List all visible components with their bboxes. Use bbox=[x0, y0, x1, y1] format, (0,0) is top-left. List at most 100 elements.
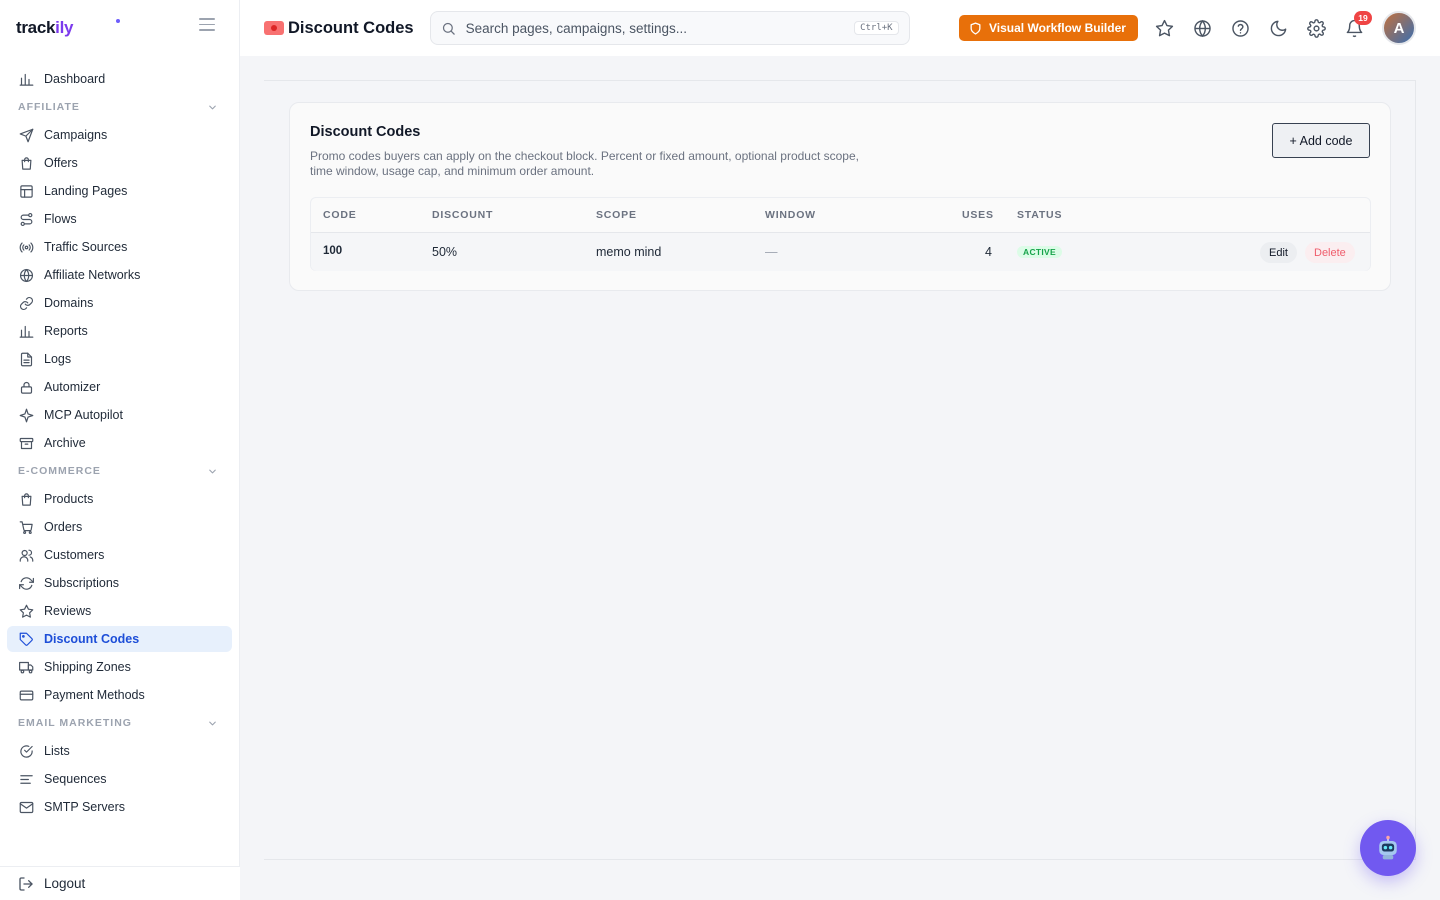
visual-workflow-builder-button[interactable]: Visual Workflow Builder bbox=[959, 15, 1138, 41]
sidebar-item-flows[interactable]: Flows bbox=[7, 206, 232, 232]
sidebar-item-label: Offers bbox=[44, 156, 78, 170]
add-code-button[interactable]: + Add code bbox=[1272, 123, 1370, 158]
cell-code: 100 bbox=[323, 245, 343, 257]
sidebar-item-automizer[interactable]: Automizer bbox=[7, 374, 232, 400]
align-left-icon bbox=[18, 771, 34, 787]
logout-label: Logout bbox=[44, 876, 86, 891]
sidebar-item-reports[interactable]: Reports bbox=[7, 318, 232, 344]
table-row[interactable]: 100 50% memo mind — 4 ACTIVE Edit Delete bbox=[311, 233, 1370, 271]
sidebar-item-label: Orders bbox=[44, 520, 83, 534]
sidebar-item-label: Payment Methods bbox=[44, 688, 145, 702]
sidebar: trackily Dashboard AFFILIATE Campaigns Offe… bbox=[0, 0, 240, 900]
bar-chart-icon bbox=[18, 323, 34, 339]
sidebar-item-mcp-autopilot[interactable]: MCP Autopilot bbox=[7, 402, 232, 428]
send-icon bbox=[18, 127, 34, 143]
assistant-bot-button[interactable] bbox=[1360, 820, 1416, 876]
sidebar-section-title: AFFILIATE bbox=[18, 101, 80, 113]
robot-icon bbox=[1379, 835, 1397, 860]
sidebar-item-products[interactable]: Products bbox=[7, 486, 232, 512]
ticket-icon bbox=[264, 21, 284, 35]
star-icon[interactable] bbox=[1153, 17, 1175, 39]
sidebar-item-label: Campaigns bbox=[44, 128, 108, 142]
sidebar-item-offers[interactable]: Offers bbox=[7, 150, 232, 176]
shopping-bag-icon bbox=[18, 491, 34, 507]
sidebar-item-label: Landing Pages bbox=[44, 184, 128, 198]
sidebar-item-sequences[interactable]: Sequences bbox=[7, 766, 232, 792]
sidebar-item-archive[interactable]: Archive bbox=[7, 430, 232, 456]
sidebar-item-domains[interactable]: Domains bbox=[7, 290, 232, 316]
cell-window: — bbox=[765, 245, 778, 259]
globe-icon[interactable] bbox=[1191, 17, 1213, 39]
sidebar-item-label: Traffic Sources bbox=[44, 240, 128, 254]
logout-icon bbox=[19, 876, 33, 891]
star-icon bbox=[18, 603, 34, 619]
cell-uses: 4 bbox=[985, 245, 992, 259]
sidebar-item-label: Flows bbox=[44, 212, 77, 226]
table-header: CODE DISCOUNT SCOPE WINDOW USES STATUS bbox=[311, 198, 1370, 233]
mail-icon bbox=[18, 799, 34, 815]
cell-discount: 50% bbox=[432, 245, 458, 259]
cart-icon bbox=[18, 519, 34, 535]
sidebar-item-logs[interactable]: Logs bbox=[7, 346, 232, 372]
sidebar-item-label: Products bbox=[44, 492, 94, 506]
delete-button[interactable]: Delete bbox=[1305, 242, 1355, 263]
sidebar-item-label: Automizer bbox=[44, 380, 101, 394]
sidebar-item-subscriptions[interactable]: Subscriptions bbox=[7, 570, 232, 596]
shopping-bag-icon bbox=[18, 155, 34, 171]
sidebar-item-label: SMTP Servers bbox=[44, 800, 126, 814]
card-description: Promo codes buyers can apply on the chec… bbox=[310, 149, 859, 178]
sidebar-item-orders[interactable]: Orders bbox=[7, 514, 232, 540]
chevron-down-icon bbox=[209, 469, 216, 473]
sidebar-item-dashboard[interactable]: Dashboard bbox=[7, 66, 232, 92]
top-bar: Discount Codes Search pages, campaigns, … bbox=[240, 0, 1440, 56]
sidebar-item-payment-methods[interactable]: Payment Methods bbox=[7, 682, 232, 708]
sidebar-section-email-marketing[interactable]: EMAIL MARKETING bbox=[7, 710, 232, 736]
moon-icon[interactable] bbox=[1267, 17, 1289, 39]
sidebar-item-label: Subscriptions bbox=[44, 576, 120, 590]
sidebar-item-label: Affiliate Networks bbox=[44, 268, 141, 282]
sidebar-item-customers[interactable]: Customers bbox=[7, 542, 232, 568]
sparkle-icon bbox=[18, 407, 34, 423]
lock-icon bbox=[18, 379, 34, 395]
help-icon[interactable] bbox=[1229, 17, 1251, 39]
sidebar-item-traffic-sources[interactable]: Traffic Sources bbox=[7, 234, 232, 260]
brand-logo[interactable]: trackily bbox=[16, 18, 73, 38]
cell-scope: memo mind bbox=[596, 245, 662, 259]
chevron-down-icon bbox=[209, 105, 216, 109]
sidebar-item-lists[interactable]: Lists bbox=[7, 738, 232, 764]
sidebar-item-label: Archive bbox=[44, 436, 86, 450]
page-title: Discount Codes bbox=[264, 19, 414, 38]
edit-button[interactable]: Edit bbox=[1260, 242, 1297, 263]
logout-button[interactable]: Logout bbox=[0, 866, 240, 900]
truck-icon bbox=[18, 659, 34, 675]
sidebar-item-discount-codes[interactable]: Discount Codes bbox=[7, 626, 232, 652]
sidebar-item-smtp-servers[interactable]: SMTP Servers bbox=[7, 794, 232, 820]
sidebar-section-e-commerce[interactable]: E-COMMERCE bbox=[7, 458, 232, 484]
chevron-down-icon bbox=[209, 721, 216, 725]
search-input[interactable]: Search pages, campaigns, settings... Ctr… bbox=[429, 11, 910, 45]
main-content: Discount Codes Promo codes buyers can ap… bbox=[264, 80, 1416, 860]
sidebar-item-shipping-zones[interactable]: Shipping Zones bbox=[7, 654, 232, 680]
bar-chart-icon bbox=[18, 71, 34, 87]
sidebar-section-affiliate[interactable]: AFFILIATE bbox=[7, 94, 232, 120]
visual-workflow-builder-label: Visual Workflow Builder bbox=[989, 21, 1126, 35]
tag-icon bbox=[18, 631, 34, 647]
sidebar-item-campaigns[interactable]: Campaigns bbox=[7, 122, 232, 148]
settings-gear-icon[interactable] bbox=[1305, 17, 1327, 39]
sidebar-item-label: MCP Autopilot bbox=[44, 408, 123, 422]
menu-toggle-icon[interactable] bbox=[199, 18, 215, 32]
credit-card-icon bbox=[18, 687, 34, 703]
sidebar-item-affiliate-networks[interactable]: Affiliate Networks bbox=[7, 262, 232, 288]
avatar[interactable]: A bbox=[1382, 11, 1416, 45]
check-circle-icon bbox=[18, 743, 34, 759]
sidebar-item-label: Lists bbox=[44, 744, 70, 758]
sidebar-item-reviews[interactable]: Reviews bbox=[7, 598, 232, 624]
sidebar-item-landing-pages[interactable]: Landing Pages bbox=[7, 178, 232, 204]
sidebar-item-label: Reviews bbox=[44, 604, 92, 618]
status-badge: ACTIVE bbox=[1017, 246, 1062, 258]
sidebar-section-title: E-COMMERCE bbox=[18, 465, 101, 477]
sidebar-item-label: Sequences bbox=[44, 772, 107, 786]
card-title: Discount Codes bbox=[310, 124, 421, 140]
search-placeholder: Search pages, campaigns, settings... bbox=[465, 20, 687, 36]
page-title-text: Discount Codes bbox=[288, 18, 414, 37]
